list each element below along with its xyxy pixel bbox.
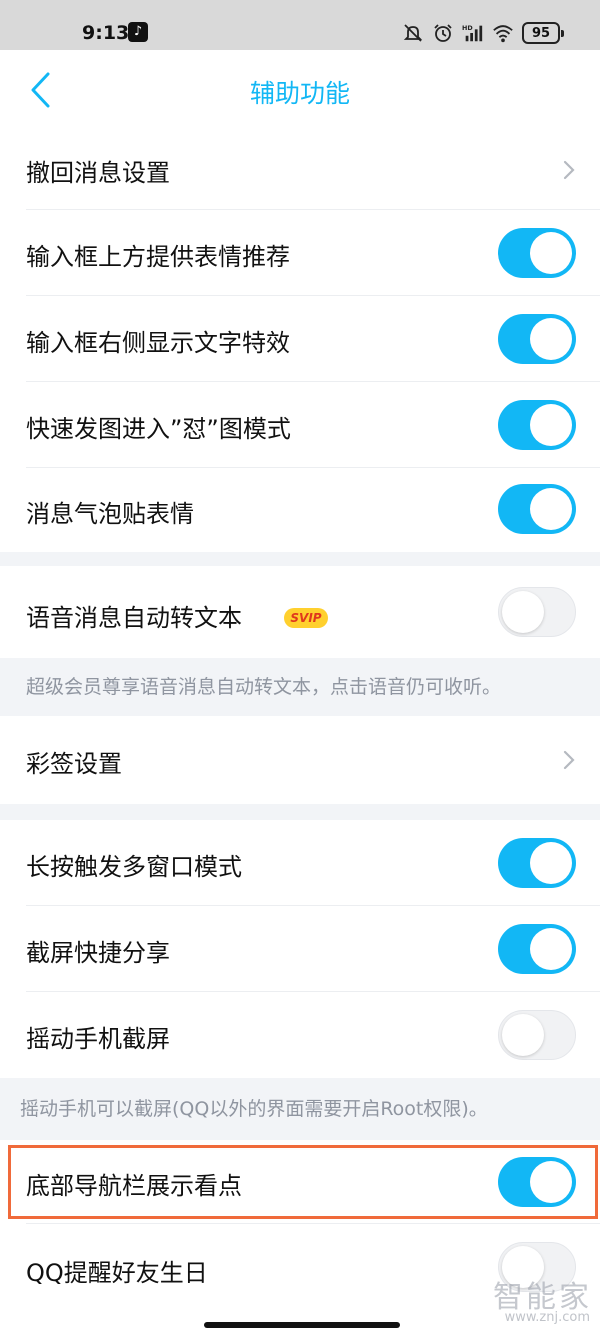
emoji-recommend-toggle[interactable]	[498, 228, 576, 278]
home-indicator[interactable]	[204, 1322, 400, 1328]
row-bubble-sticker: 消息气泡贴表情	[0, 468, 600, 552]
row-caiqian-settings[interactable]: 彩签设置	[0, 716, 600, 804]
text-effect-toggle[interactable]	[498, 314, 576, 364]
row-voice-to-text: 语音消息自动转文本 SVIP	[0, 566, 600, 658]
watermark: 智能家 www.znj.com	[490, 1268, 600, 1332]
screenshot-share-toggle[interactable]	[498, 924, 576, 974]
alarm-icon	[432, 22, 454, 44]
row-label: 截屏快捷分享	[26, 939, 170, 967]
multi-window-toggle[interactable]	[498, 838, 576, 888]
voice-note: 超级会员尊享语音消息自动转文本，点击语音仍可收听。	[26, 676, 502, 698]
tiktok-icon: ♪	[128, 22, 148, 42]
row-screenshot-share: 截屏快捷分享	[0, 906, 600, 992]
row-label: 摇动手机截屏	[26, 1025, 170, 1053]
row-label: 输入框右侧显示文字特效	[26, 329, 290, 357]
chevron-right-icon	[563, 160, 575, 180]
nav-bar: 辅助功能	[0, 50, 600, 130]
row-label: 快速发图进入”怼”图模式	[26, 415, 291, 443]
row-label: 彩签设置	[26, 750, 122, 778]
row-label: 长按触发多窗口模式	[26, 853, 242, 881]
row-label: QQ提醒好友生日	[26, 1259, 208, 1287]
shake-note: 摇动手机可以截屏(QQ以外的界面需要开启Root权限)。	[20, 1098, 488, 1120]
shake-screenshot-toggle[interactable]	[498, 1010, 576, 1060]
battery-icon: 95	[522, 22, 564, 44]
status-icons: HD 95	[402, 20, 564, 46]
row-fast-image: 快速发图进入”怼”图模式	[0, 382, 600, 468]
page-title: 辅助功能	[249, 79, 350, 108]
row-label: 输入框上方提供表情推荐	[26, 243, 290, 271]
bubble-sticker-toggle[interactable]	[498, 484, 576, 534]
highlight-box	[8, 1145, 598, 1219]
status-bar: 9:13 ♪ HD 95	[0, 0, 600, 50]
row-label: 语音消息自动转文本	[26, 604, 242, 632]
svg-text:HD: HD	[462, 24, 473, 32]
row-emoji-recommend: 输入框上方提供表情推荐	[0, 210, 600, 296]
chevron-right-icon	[563, 750, 575, 770]
row-recall-settings[interactable]: 撤回消息设置	[0, 130, 600, 210]
svip-badge: SVIP	[284, 608, 328, 628]
row-multi-window: 长按触发多窗口模式	[0, 820, 600, 906]
fast-image-toggle[interactable]	[498, 400, 576, 450]
row-shake-screenshot: 摇动手机截屏	[0, 992, 600, 1078]
wifi-icon	[492, 22, 514, 44]
row-label: 撤回消息设置	[26, 159, 170, 187]
status-time: 9:13	[82, 22, 130, 44]
battery-level: 95	[531, 25, 551, 41]
row-label: 消息气泡贴表情	[26, 500, 194, 528]
row-text-effect: 输入框右侧显示文字特效	[0, 296, 600, 382]
mute-icon	[402, 22, 424, 44]
watermark-url: www.znj.com	[504, 1310, 590, 1325]
hd-signal-icon: HD	[462, 22, 484, 44]
voice-to-text-toggle[interactable]	[498, 587, 576, 637]
